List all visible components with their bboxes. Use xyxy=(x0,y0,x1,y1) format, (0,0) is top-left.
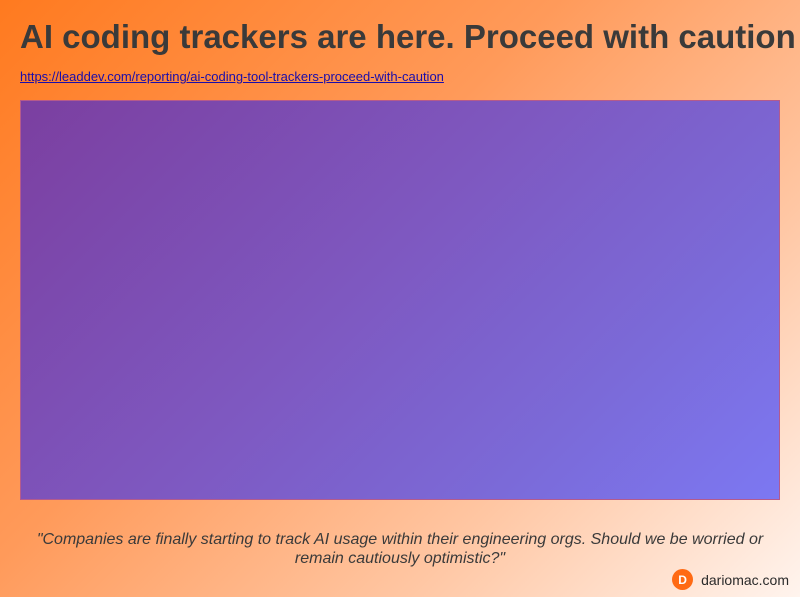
brand-signature: D dariomac.com xyxy=(672,569,789,590)
brand-logo-icon: D xyxy=(672,569,694,590)
article-link[interactable]: https://leaddev.com/reporting/ai-coding-… xyxy=(20,69,444,84)
article-quote: "Companies are finally starting to track… xyxy=(36,531,764,567)
brand-name: dariomac.com xyxy=(701,571,789,588)
hero-image xyxy=(20,100,780,500)
page-title: AI coding trackers are here. Proceed wit… xyxy=(20,18,796,55)
